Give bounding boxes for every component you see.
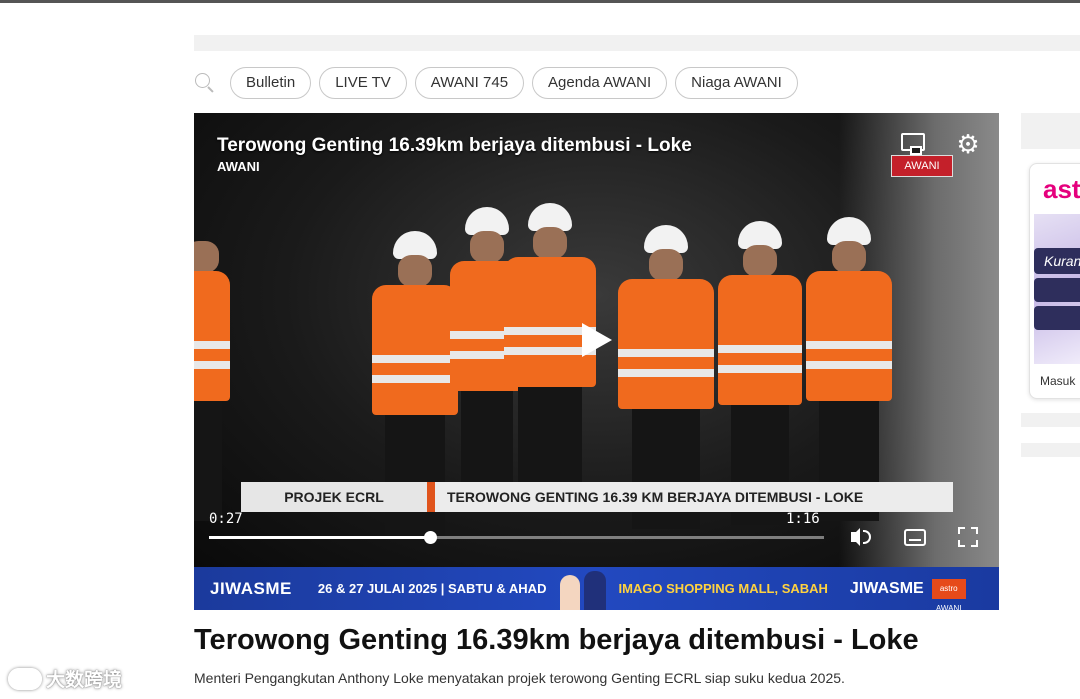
lower-third-separator [427, 482, 435, 512]
progress-fill [209, 536, 431, 539]
worker [806, 217, 892, 527]
lower-third: PROJEK ECRL TEROWONG GENTING 16.39 KM BE… [241, 482, 953, 512]
lower-third-label: PROJEK ECRL [241, 482, 427, 512]
video-overlay-title: Terowong Genting 16.39km berjaya ditembu… [217, 135, 692, 156]
sidebar-placeholder-3 [1021, 443, 1080, 457]
article-description: Menteri Pengangkutan Anthony Loke menyat… [194, 670, 845, 686]
article-title: Terowong Genting 16.39km berjaya ditembu… [194, 624, 919, 656]
sidebar-logo: ast [1043, 174, 1080, 204]
banner-venue: IMAGO SHOPPING MALL, SABAH [618, 581, 828, 596]
watermark-logo-icon [8, 667, 42, 690]
sidebar-login-link[interactable]: Masuk [1040, 374, 1075, 388]
tag-nav: Bulletin LIVE TV AWANI 745 Agenda AWANI … [194, 66, 798, 99]
gear-icon[interactable]: ⚙ [955, 131, 981, 157]
awani-channel-logo: AWANI [891, 155, 953, 177]
tag-agenda-awani[interactable]: Agenda AWANI [532, 66, 668, 99]
watermark: 大数跨境 [8, 665, 122, 692]
watermark-text: 大数跨境 [46, 670, 123, 691]
sidebar-button-2[interactable] [1034, 278, 1080, 302]
banner-brand: JIWASME [210, 578, 292, 598]
sidebar-placeholder-2 [1021, 413, 1080, 427]
sidebar-button[interactable]: Kuran [1034, 248, 1080, 274]
banner-brand-right: JIWASME [849, 579, 924, 597]
sidebar-button-3[interactable] [1034, 306, 1080, 330]
banner-sponsor-logo: astro AWANI [931, 578, 966, 613]
captions-icon[interactable] [902, 524, 928, 550]
video-player[interactable]: Terowong Genting 16.39km berjaya ditembu… [194, 113, 999, 567]
event-banner-ad[interactable]: JIWASME 26 & 27 JULAI 2025 | SABTU & AHA… [194, 567, 999, 613]
search-icon[interactable] [194, 72, 216, 94]
tag-bulletin[interactable]: Bulletin [230, 66, 312, 99]
banner-presenters-image [556, 567, 612, 610]
fullscreen-icon[interactable] [955, 524, 981, 550]
sidebar-placeholder [1021, 113, 1080, 149]
volume-icon[interactable] [848, 524, 874, 550]
current-time: 0:27 [209, 511, 243, 527]
sidebar-login-card[interactable]: ast Kuran Masuk [1029, 163, 1080, 399]
worker [194, 217, 230, 527]
duration: 1:16 [786, 511, 820, 527]
lower-third-headline: TEROWONG GENTING 16.39 KM BERJAYA DITEMB… [435, 482, 953, 512]
tag-awani-745[interactable]: AWANI 745 [414, 66, 525, 99]
banner-date: 26 & 27 JULAI 2025 | SABTU & AHAD [317, 581, 547, 596]
play-icon[interactable] [582, 323, 612, 357]
video-overlay-source: AWANI [217, 159, 260, 174]
top-border [0, 0, 1080, 3]
worker [504, 203, 596, 513]
tag-live-tv[interactable]: LIVE TV [319, 66, 407, 99]
tag-niaga-awani[interactable]: Niaga AWANI [675, 66, 798, 99]
cast-icon-inner [910, 146, 922, 155]
progress-bar[interactable] [209, 531, 824, 544]
top-placeholder-bar [194, 35, 1080, 51]
